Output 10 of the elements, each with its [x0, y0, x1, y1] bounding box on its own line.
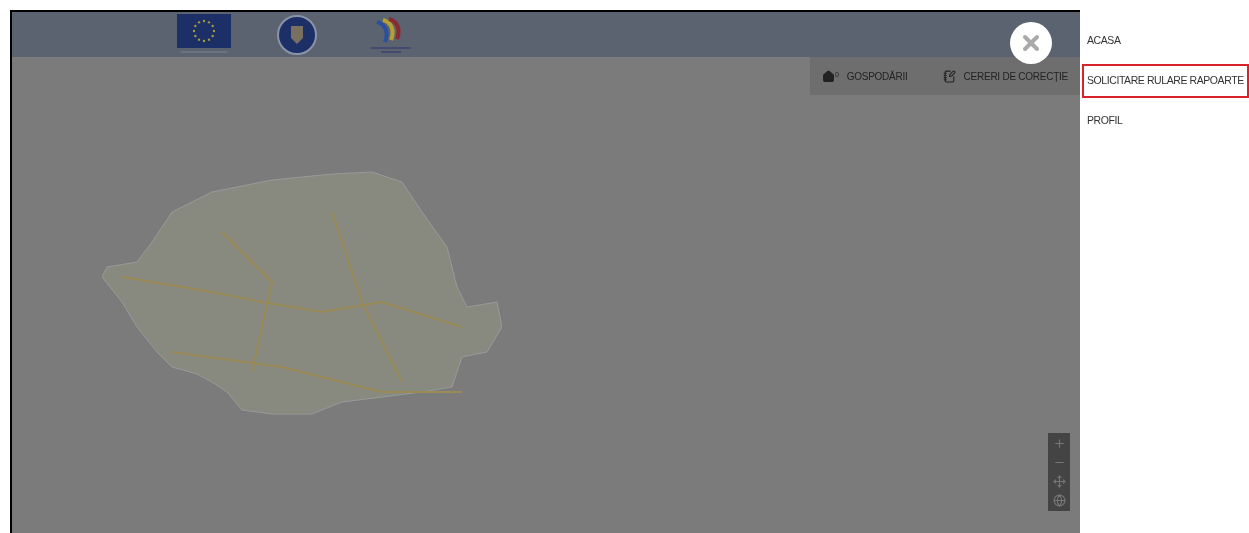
- pan-icon[interactable]: [1052, 475, 1066, 488]
- zoom-in-icon[interactable]: [1052, 437, 1066, 450]
- menu-item[interactable]: ACASA: [1082, 24, 1249, 58]
- globe-icon[interactable]: [1052, 494, 1066, 507]
- house-icon: [822, 69, 835, 83]
- menu-item[interactable]: PROFIL: [1082, 103, 1249, 138]
- notebook-icon: [942, 69, 956, 83]
- menu-item[interactable]: SOLICITARE RULARE RAPOARTE: [1082, 63, 1249, 98]
- emblem-logo: [276, 13, 318, 56]
- flag-logo: [177, 13, 231, 56]
